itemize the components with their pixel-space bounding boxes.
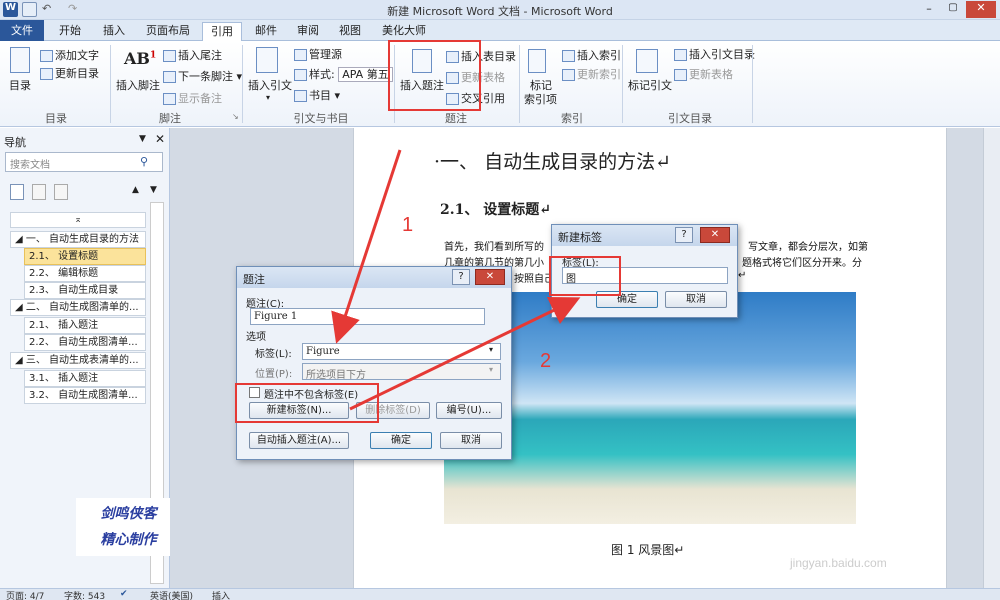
step-number-2: 2	[540, 350, 552, 372]
status-page[interactable]: 页面: 4/7	[6, 589, 44, 600]
proofing-icon[interactable]: ✔	[120, 589, 128, 599]
baidu-watermark-url: jingyan.baidu.com	[790, 556, 887, 570]
step-number-1: 1	[402, 214, 414, 236]
status-bar: 页面: 4/7 字数: 543 ✔ 英语(美国) 插入	[0, 588, 1000, 600]
status-language[interactable]: 英语(美国)	[150, 589, 193, 600]
arrow-step-1	[331, 149, 402, 344]
annotation-arrows	[331, 149, 581, 411]
status-words[interactable]: 字数: 543	[64, 589, 105, 600]
status-mode[interactable]: 插入	[212, 589, 230, 600]
